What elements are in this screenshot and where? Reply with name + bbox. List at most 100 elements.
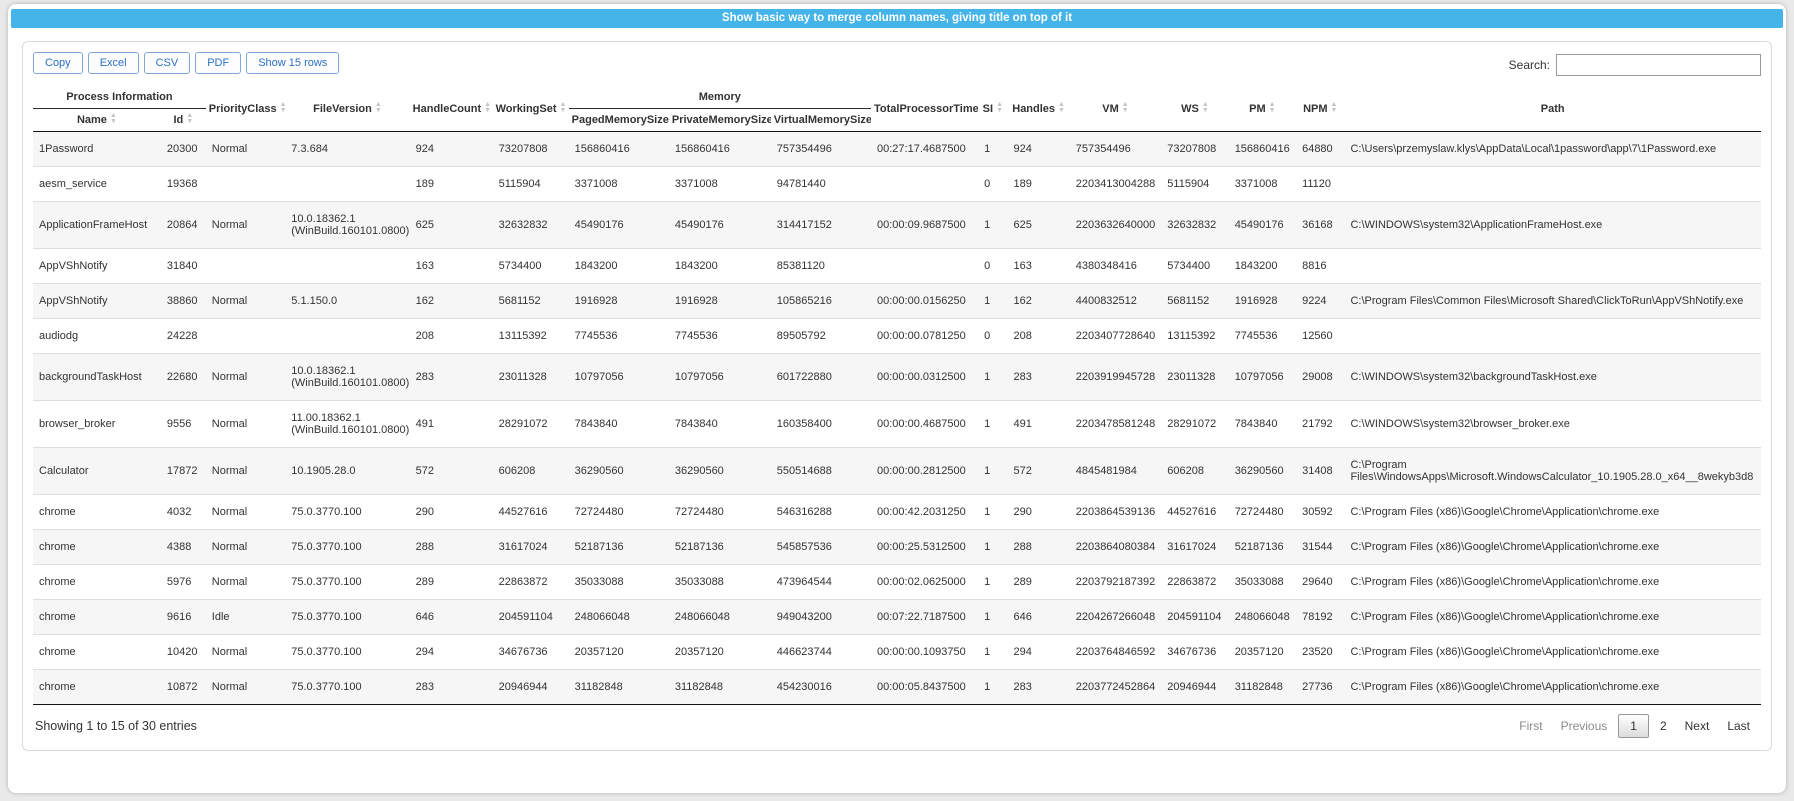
cell-privatememorysize: 20357120: [669, 635, 771, 670]
cell-name: chrome: [33, 670, 161, 705]
cell-vm: 2203864080384: [1070, 530, 1162, 565]
cell-priorityclass: Normal: [206, 565, 285, 600]
cell-priorityclass: [206, 319, 285, 354]
column-header-handlecount[interactable]: HandleCount▲▼: [410, 86, 493, 132]
cell-si: 1: [978, 354, 1007, 401]
cell-handles: 625: [1008, 202, 1070, 249]
cell-name: chrome: [33, 530, 161, 565]
column-header-handles[interactable]: Handles▲▼: [1008, 86, 1070, 132]
cell-totalprocessortime: 00:00:25.5312500: [871, 530, 978, 565]
column-header-virtualmemorysize[interactable]: VirtualMemorySize▲▼: [771, 109, 871, 132]
cell-name: audiodg: [33, 319, 161, 354]
cell-pagedmemorysize: 7843840: [569, 401, 669, 448]
cell-pm: 31182848: [1229, 670, 1296, 705]
column-header-priorityclass[interactable]: PriorityClass▲▼: [206, 86, 285, 132]
column-header-id[interactable]: Id▲▼: [161, 109, 206, 132]
cell-path: C:\Users\przemyslaw.klys\AppData\Local\1…: [1344, 132, 1761, 167]
table-row: audiodg242282081311539277455367745536895…: [33, 319, 1761, 354]
cell-handles: 288: [1008, 530, 1070, 565]
cell-privatememorysize: 1916928: [669, 284, 771, 319]
cell-ws: 32632832: [1161, 202, 1228, 249]
cell-priorityclass: Normal: [206, 401, 285, 448]
column-header-name[interactable]: Name▲▼: [33, 109, 161, 132]
csv-button[interactable]: CSV: [144, 52, 191, 74]
cell-pm: 20357120: [1229, 635, 1296, 670]
cell-vm: 2203764846592: [1070, 635, 1162, 670]
datatable-panel: Copy Excel CSV PDF Show 15 rows Search: …: [22, 41, 1772, 751]
cell-virtualmemorysize: 550514688: [771, 448, 871, 495]
copy-button[interactable]: Copy: [33, 52, 83, 74]
column-header-pm[interactable]: PM▲▼: [1229, 86, 1296, 132]
sort-icon: ▲▼: [280, 103, 286, 115]
cell-ws: 34676736: [1161, 635, 1228, 670]
cell-handlecount: 572: [410, 448, 493, 495]
cell-fileversion: 75.0.3770.100: [285, 670, 409, 705]
group-header-memory: Memory: [569, 86, 871, 109]
pagination-previous[interactable]: Previous: [1552, 715, 1617, 737]
cell-pagedmemorysize: 7745536: [569, 319, 669, 354]
search-input[interactable]: [1556, 54, 1761, 76]
cell-path: C:\Program Files\WindowsApps\Microsoft.W…: [1344, 448, 1761, 495]
cell-ws: 5681152: [1161, 284, 1228, 319]
cell-fileversion: 75.0.3770.100: [285, 600, 409, 635]
cell-pagedmemorysize: 20357120: [569, 635, 669, 670]
cell-virtualmemorysize: 105865216: [771, 284, 871, 319]
column-header-ws[interactable]: WS▲▼: [1161, 86, 1228, 132]
cell-workingset: 44527616: [493, 495, 569, 530]
cell-pagedmemorysize: 248066048: [569, 600, 669, 635]
column-header-si[interactable]: SI▲▼: [978, 86, 1007, 132]
cell-id: 10420: [161, 635, 206, 670]
cell-handlecount: 290: [410, 495, 493, 530]
column-header-privatememorysize[interactable]: PrivateMemorySize▲▼: [669, 109, 771, 132]
cell-privatememorysize: 36290560: [669, 448, 771, 495]
cell-virtualmemorysize: 473964544: [771, 565, 871, 600]
pagination-next[interactable]: Next: [1676, 715, 1719, 737]
column-header-vm[interactable]: VM▲▼: [1070, 86, 1162, 132]
cell-priorityclass: Normal: [206, 670, 285, 705]
cell-fileversion: 75.0.3770.100: [285, 530, 409, 565]
column-header-totalprocessortime[interactable]: TotalProcessorTime▲▼: [871, 86, 978, 132]
cell-npm: 27736: [1296, 670, 1344, 705]
cell-totalprocessortime: 00:00:02.0625000: [871, 565, 978, 600]
cell-privatememorysize: 7843840: [669, 401, 771, 448]
pagination-first[interactable]: First: [1510, 715, 1551, 737]
cell-name: backgroundTaskHost: [33, 354, 161, 401]
column-header-npm[interactable]: NPM▲▼: [1296, 86, 1344, 132]
column-header-fileversion[interactable]: FileVersion▲▼: [285, 86, 409, 132]
pagination-page-2[interactable]: 2: [1651, 715, 1676, 737]
column-header-workingset[interactable]: WorkingSet▲▼: [493, 86, 569, 132]
sort-icon: ▲▼: [375, 103, 382, 115]
cell-privatememorysize: 72724480: [669, 495, 771, 530]
cell-vm: 4400832512: [1070, 284, 1162, 319]
cell-totalprocessortime: 00:00:00.0312500: [871, 354, 978, 401]
cell-si: 1: [978, 132, 1007, 167]
cell-pm: 1916928: [1229, 284, 1296, 319]
table-row: AppVShNotify38860Normal5.1.150.016256811…: [33, 284, 1761, 319]
show-rows-button[interactable]: Show 15 rows: [246, 52, 339, 74]
pdf-button[interactable]: PDF: [195, 52, 241, 74]
cell-totalprocessortime: [871, 167, 978, 202]
cell-id: 4032: [161, 495, 206, 530]
cell-workingset: 5115904: [493, 167, 569, 202]
cell-npm: 36168: [1296, 202, 1344, 249]
excel-button[interactable]: Excel: [88, 52, 139, 74]
cell-workingset: 32632832: [493, 202, 569, 249]
cell-si: 1: [978, 448, 1007, 495]
cell-npm: 9224: [1296, 284, 1344, 319]
cell-si: 0: [978, 249, 1007, 284]
cell-privatememorysize: 35033088: [669, 565, 771, 600]
search-label: Search:: [1509, 58, 1550, 72]
search-container: Search:: [1509, 52, 1761, 76]
cell-vm: 4380348416: [1070, 249, 1162, 284]
pagination-last[interactable]: Last: [1718, 715, 1759, 737]
cell-si: 1: [978, 401, 1007, 448]
cell-handles: 572: [1008, 448, 1070, 495]
cell-path: C:\Program Files (x86)\Google\Chrome\App…: [1344, 495, 1761, 530]
pagination-page-1[interactable]: 1: [1618, 714, 1649, 738]
sort-icon: ▲▼: [996, 103, 1003, 115]
cell-npm: 64880: [1296, 132, 1344, 167]
cell-ws: 22863872: [1161, 565, 1228, 600]
column-header-pagedmemorysize[interactable]: PagedMemorySize▲▼: [569, 109, 669, 132]
cell-id: 31840: [161, 249, 206, 284]
column-header-path: Path: [1344, 86, 1761, 132]
